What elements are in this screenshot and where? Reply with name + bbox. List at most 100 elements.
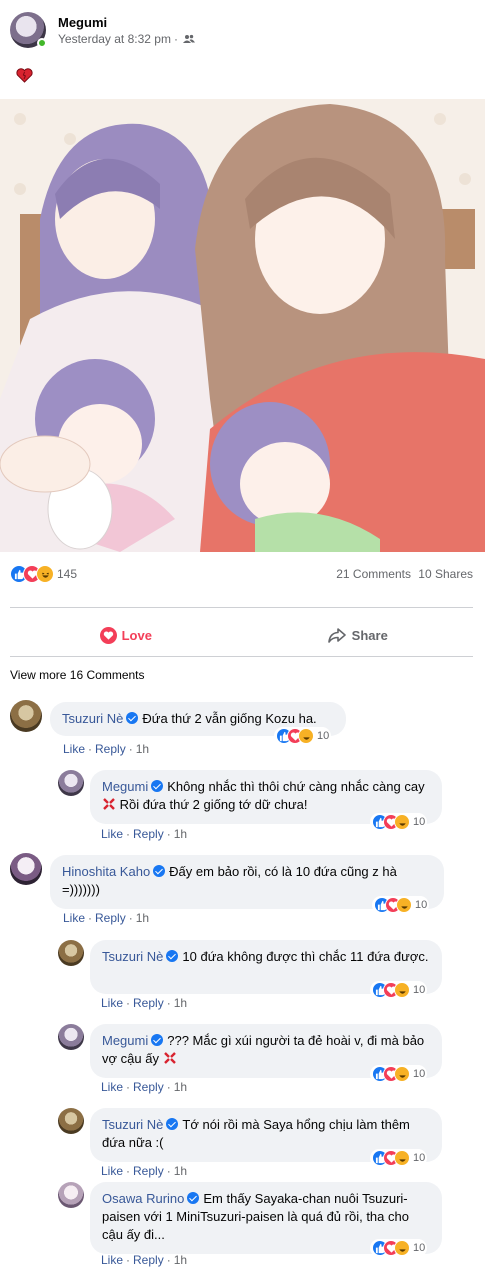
commenter-name[interactable]: Osawa Rurino xyxy=(102,1191,184,1206)
comment-reaction-count: 10 xyxy=(413,984,426,996)
commenter-avatar[interactable] xyxy=(58,770,84,796)
comment-like-link[interactable]: Like xyxy=(101,827,123,841)
anger-emoji-icon xyxy=(163,1052,176,1064)
comments-count-link[interactable]: 21 Comments xyxy=(336,567,411,581)
engagement-counts: 21 Comments 10 Shares xyxy=(336,567,473,581)
reply-comment: Megumi??? Mắc gì xúi người ta đẻ hoài v,… xyxy=(58,1024,478,1099)
comment-text: Đứa thứ 2 vẫn giống Kozu ha. xyxy=(142,711,317,726)
reply-comment: Megumi Không nhắc thì thôi chứ càng nhắc … xyxy=(58,770,478,845)
verified-badge-icon xyxy=(187,1192,200,1204)
comment-reply-link[interactable]: Reply xyxy=(95,911,126,925)
comment-actions: Like · Reply · 1h xyxy=(101,827,188,841)
comment-reaction-count: 10 xyxy=(413,1068,426,1080)
haha-reaction-icon xyxy=(394,982,410,998)
comment-reactions[interactable]: 10 xyxy=(372,896,430,914)
author-name[interactable]: Megumi xyxy=(58,14,195,31)
comment-time[interactable]: 1h xyxy=(136,911,149,925)
comment-like-link[interactable]: Like xyxy=(101,1253,123,1267)
comment-reply-link[interactable]: Reply xyxy=(133,996,164,1010)
verified-badge-icon xyxy=(126,712,139,724)
comment-reply-link[interactable]: Reply xyxy=(133,827,164,841)
share-icon xyxy=(327,627,347,643)
comment-time[interactable]: 1h xyxy=(174,996,187,1010)
friends-icon xyxy=(182,34,195,43)
comment-actions: Like · Reply · 1h xyxy=(101,1080,188,1094)
comment-actions: Like · Reply · 1h xyxy=(63,742,150,756)
comment-reply-link[interactable]: Reply xyxy=(133,1253,164,1267)
comment-like-link[interactable]: Like xyxy=(63,742,85,756)
comment-reply-link[interactable]: Reply xyxy=(95,742,126,756)
comment-like-link[interactable]: Like xyxy=(101,1164,123,1178)
verified-badge-icon xyxy=(151,1034,164,1046)
commenter-avatar[interactable] xyxy=(10,853,42,885)
comment-actions: Like · Reply · 1h xyxy=(63,911,150,925)
comment-time[interactable]: 1h xyxy=(174,1080,187,1094)
comment-reactions[interactable]: 10 xyxy=(370,981,428,999)
haha-reaction-icon xyxy=(394,814,410,830)
comment-text-cont: Rồi đứa thứ 2 giống tớ dữ chưa! xyxy=(119,797,308,812)
post-header: Megumi Yesterday at 8:32 pm · xyxy=(10,10,195,50)
online-status-dot xyxy=(37,38,47,48)
comment-reaction-count: 10 xyxy=(415,899,428,911)
haha-reaction-icon xyxy=(36,565,54,583)
shares-count-link[interactable]: 10 Shares xyxy=(418,567,473,581)
comment-reactions[interactable]: 10 xyxy=(370,1065,428,1083)
verified-badge-icon xyxy=(166,950,179,962)
divider-bottom xyxy=(10,656,473,657)
verified-badge-icon xyxy=(166,1118,179,1130)
comment-reaction-count: 10 xyxy=(413,816,426,828)
reaction-count: 145 xyxy=(57,567,78,581)
haha-reaction-icon xyxy=(396,897,412,913)
love-button-icon xyxy=(99,626,117,644)
commenter-name[interactable]: Hinoshita Kaho xyxy=(62,864,150,879)
commenter-name[interactable]: Tsuzuri Nè xyxy=(102,1117,163,1132)
reaction-icons-group[interactable]: 145 xyxy=(10,565,77,583)
haha-reaction-icon xyxy=(394,1150,410,1166)
commenter-avatar[interactable] xyxy=(58,940,84,966)
heart-emoji-icon xyxy=(16,68,33,83)
anger-emoji-icon xyxy=(103,798,115,810)
comment-reactions[interactable]: 10 xyxy=(370,813,428,831)
author-avatar[interactable] xyxy=(10,12,47,48)
commenter-name[interactable]: Tsuzuri Nè xyxy=(62,711,123,726)
commenter-name[interactable]: Tsuzuri Nè xyxy=(102,949,163,964)
haha-reaction-icon xyxy=(298,728,314,744)
reply-comment: Tsuzuri Nè Tớ nói rồi mà Saya hổng chịu l… xyxy=(58,1108,478,1183)
comment-like-link[interactable]: Like xyxy=(101,1080,123,1094)
comment-text: Không nhắc thì thôi chứ càng nhắc càng c… xyxy=(167,779,425,794)
commenter-avatar[interactable] xyxy=(58,1024,84,1050)
comment: Tsuzuri Nè Đứa thứ 2 vẫn giống Kozu ha. 1… xyxy=(10,700,475,760)
view-more-comments-link[interactable]: View more 16 Comments xyxy=(10,668,145,682)
post-timestamp[interactable]: Yesterday at 8:32 pm xyxy=(58,31,171,47)
divider-top xyxy=(10,607,473,608)
commenter-avatar[interactable] xyxy=(58,1182,84,1208)
comment-reaction-count: 10 xyxy=(413,1242,426,1254)
post-illustration[interactable] xyxy=(0,99,485,552)
commenter-avatar[interactable] xyxy=(10,700,42,732)
comment-text: 10 đứa không được thì chắc 11 đứa được. xyxy=(182,949,429,964)
comment-reactions[interactable]: 10 xyxy=(370,1239,428,1257)
verified-badge-icon xyxy=(153,865,166,877)
haha-reaction-icon xyxy=(394,1240,410,1256)
comment-time[interactable]: 1h xyxy=(174,1253,187,1267)
comment-like-link[interactable]: Like xyxy=(63,911,85,925)
comment-like-link[interactable]: Like xyxy=(101,996,123,1010)
reply-comment: Tsuzuri Nè 10 đứa không được thì chắc 11 … xyxy=(58,940,478,1015)
comment: Hinoshita Kaho Đấy em bảo rồi, có là 10 đ… xyxy=(10,853,475,928)
comment-time[interactable]: 1h xyxy=(174,827,187,841)
verified-badge-icon xyxy=(151,780,164,792)
comment-actions: Like · Reply · 1h xyxy=(101,996,188,1010)
comment-time[interactable]: 1h xyxy=(136,742,149,756)
comment-reply-link[interactable]: Reply xyxy=(133,1080,164,1094)
commenter-avatar[interactable] xyxy=(58,1108,84,1134)
comment-reactions[interactable]: 10 xyxy=(370,1149,428,1167)
meta-separator: · xyxy=(173,31,178,46)
post-actions: Love Share xyxy=(10,620,473,650)
love-button[interactable]: Love xyxy=(10,620,242,650)
commenter-name[interactable]: Megumi xyxy=(102,1033,148,1048)
comment-reply-link[interactable]: Reply xyxy=(133,1164,164,1178)
comment-time[interactable]: 1h xyxy=(174,1164,187,1178)
commenter-name[interactable]: Megumi xyxy=(102,779,148,794)
comment-reactions[interactable]: 10 xyxy=(274,727,332,745)
share-button[interactable]: Share xyxy=(242,620,474,650)
